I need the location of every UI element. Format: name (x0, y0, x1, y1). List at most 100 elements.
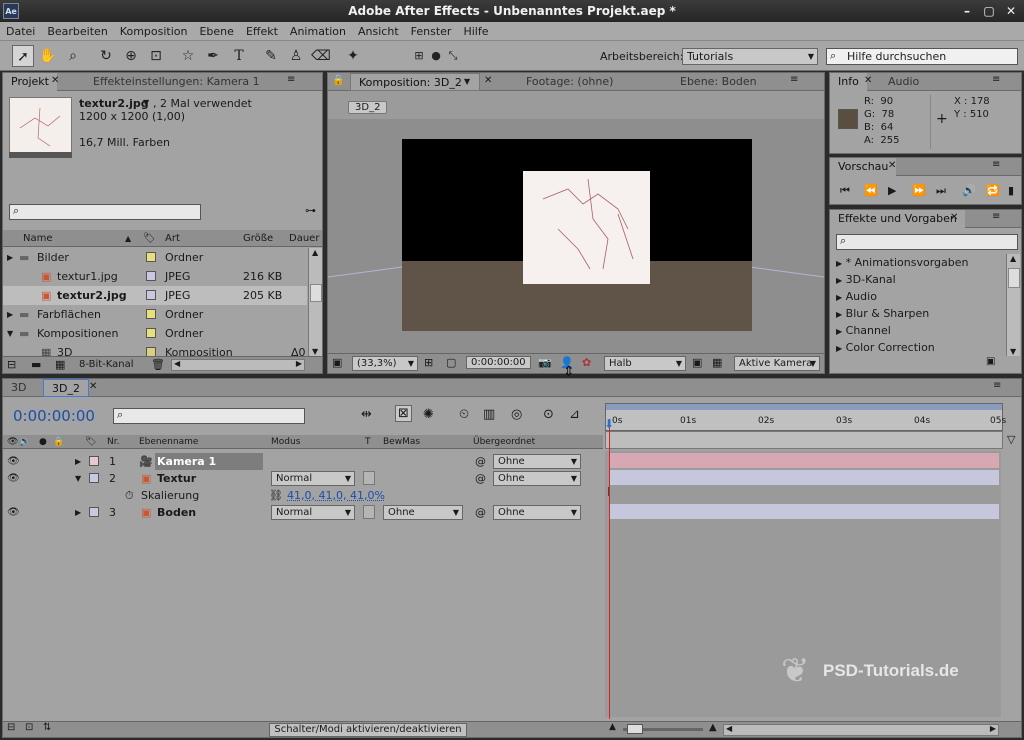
list-item[interactable]: ▶ ▬ Bilder Ordner (3, 248, 307, 267)
effect-category[interactable]: ▶ Channel (830, 322, 1006, 339)
vertical-scrollbar[interactable]: ▲ ▼ (308, 248, 322, 356)
trkmat-select[interactable]: Ohne (383, 505, 463, 520)
scroll-right-icon[interactable]: ▶ (296, 359, 302, 368)
parent-pickwhip-icon[interactable]: @ (475, 504, 486, 521)
rotate-tool-icon[interactable]: ↻ (95, 45, 117, 67)
eraser-tool-icon[interactable]: ⌫ (310, 45, 332, 67)
scroll-up-icon[interactable]: ▲ (312, 248, 318, 257)
playhead-icon[interactable]: ⬇ (604, 417, 614, 431)
comp-mini-flowchart-icon[interactable]: ⇹ (361, 407, 372, 422)
tab-project[interactable]: Projekt (3, 73, 57, 91)
bit-depth[interactable]: 8-Bit-Kanal (79, 359, 134, 370)
mode-select[interactable]: Normal (271, 505, 355, 520)
project-search-input[interactable]: ⌕ (9, 204, 201, 220)
list-item-selected[interactable]: ▣ textur2.jpg JPEG 205 KB (3, 286, 307, 305)
menu-datei[interactable]: Datei (0, 22, 41, 41)
help-search-input[interactable]: ⌕ Hilfe durchsuchen (826, 48, 1018, 65)
label-color[interactable] (146, 252, 156, 262)
camera-view-select[interactable]: Aktive Kamera (734, 356, 820, 371)
constrain-proportions-icon[interactable]: ⛓ (269, 487, 283, 504)
zoom-tool-icon[interactable]: ⌕ (62, 45, 84, 67)
horizontal-scrollbar[interactable]: ◀ ▶ (171, 359, 305, 371)
label-color[interactable] (146, 309, 156, 319)
lock-icon[interactable]: 🔒 (332, 75, 344, 86)
current-time-indicator[interactable] (609, 419, 610, 719)
current-time[interactable]: 0:00:00:00 (466, 356, 531, 369)
tab-3d-2-close-icon[interactable]: ✕ (89, 381, 97, 392)
tab-info-close-icon[interactable]: ✕ (864, 75, 872, 86)
effect-category[interactable]: ▶ * Animationsvorgaben (830, 254, 1006, 271)
eye-icon[interactable]: 👁 (7, 435, 18, 449)
shy-layers-icon[interactable]: ✺ (423, 407, 434, 422)
expand-arrow-icon[interactable]: ▼ (7, 324, 13, 343)
tab-effect-controls[interactable]: Effekteinstellungen: Kamera 1 (85, 73, 268, 91)
panel-menu-icon[interactable]: ≡ (992, 159, 1000, 170)
list-item[interactable]: ▦ 3D Komposition Δ0 (3, 343, 307, 356)
expand-arrow-icon[interactable]: ▶ (75, 504, 81, 521)
time-zoom-slider[interactable] (623, 724, 703, 734)
tab-project-close-icon[interactable]: ✕ (51, 75, 59, 86)
list-item[interactable]: ▣ textur1.jpg JPEG 216 KB (3, 267, 307, 286)
parent-pickwhip-icon[interactable]: @ (475, 453, 486, 470)
scroll-thumb[interactable] (1008, 268, 1020, 288)
frame-blending-icon[interactable]: ⏲ (459, 407, 469, 422)
toggle-switches-modes[interactable]: Schalter/Modi aktivieren/deaktivieren (269, 723, 467, 737)
snapshot-icon[interactable]: 📷 (538, 356, 552, 369)
time-ruler[interactable]: 0s 01s 02s 03s 04s 05s (605, 403, 1006, 431)
parent-select[interactable]: Ohne (493, 471, 581, 486)
panel-menu-icon[interactable]: ≡ (992, 74, 1000, 85)
lock-icon[interactable]: 🔒 (53, 435, 64, 449)
grid-icon[interactable]: ⊞ (424, 356, 433, 369)
expand-arrow-icon[interactable]: ▼ (75, 470, 81, 487)
scroll-down-icon[interactable]: ▼ (312, 347, 318, 356)
col-duration[interactable]: Dauer (289, 230, 319, 247)
menu-hilfe[interactable]: Hilfe (457, 22, 494, 41)
col-type[interactable]: Art (165, 230, 180, 247)
layer-name[interactable]: Boden (157, 504, 196, 521)
property-row-scale[interactable]: ⏱ Skalierung ⛓ 41,0, 41,0, 41,0% (3, 487, 603, 504)
brush-tool-icon[interactable]: ✎ (260, 45, 282, 67)
label-color[interactable] (146, 290, 156, 300)
zoom-select[interactable]: (33,3%) (352, 356, 418, 371)
menu-bearbeiten[interactable]: Bearbeiten (41, 22, 113, 41)
preserve-transparency-checkbox[interactable] (363, 471, 375, 485)
label-color[interactable] (89, 507, 99, 517)
camera-orbit-icon[interactable]: ⊕ (120, 45, 142, 67)
mode-select[interactable]: Normal (271, 471, 355, 486)
first-frame-icon[interactable]: ⏮ (840, 184, 850, 198)
composition-badge[interactable]: 3D_2 (348, 101, 388, 114)
list-item[interactable]: ▼ ▬ Kompositionen Ordner (3, 324, 307, 343)
scroll-up-icon[interactable]: ▲ (1010, 254, 1016, 263)
effects-search-input[interactable]: ⌕ (836, 234, 1018, 250)
layer-bar-textur[interactable] (609, 470, 999, 485)
expand-in-out-icon[interactable]: ⇅ (43, 722, 51, 733)
tab-audio[interactable]: Audio (880, 73, 927, 91)
parent-pickwhip-icon[interactable]: @ (475, 470, 486, 487)
scale-value[interactable]: 41,0, 41,0, 41,0% (287, 487, 385, 504)
interpret-footage-icon[interactable]: ⊟ (7, 358, 16, 371)
layer-row-camera[interactable]: 👁 ▶ 1 🎥 Kamera 1 @ Ohne (3, 453, 603, 470)
audio-icon[interactable]: 🔉 (19, 435, 30, 449)
layer-row-boden[interactable]: 👁 ▶ 3 ▣ Boden Normal Ohne @ Ohne (3, 504, 603, 521)
brainstorm-icon[interactable]: ◎ (511, 407, 522, 422)
stopwatch-icon[interactable]: ⏱ (125, 487, 134, 504)
label-tag-icon[interactable]: 🏷 (85, 435, 96, 449)
tab-3d[interactable]: 3D (3, 379, 34, 397)
trash-icon[interactable]: 🗑 (151, 358, 165, 371)
zoom-in-icon[interactable]: ▲ (709, 722, 717, 733)
axis-view-icon[interactable]: ⤡ (442, 45, 464, 67)
effect-category[interactable]: ▶ Blur & Sharpen (830, 305, 1006, 322)
always-preview-icon[interactable]: ▣ (332, 356, 342, 369)
panel-menu-icon[interactable]: ≡ (993, 380, 1001, 391)
expand-arrow-icon[interactable]: ▶ (75, 453, 81, 470)
resolution-select[interactable]: Halb (604, 356, 686, 371)
tab-effects-presets[interactable]: Effekte und Vorgaben (830, 210, 965, 228)
label-color[interactable] (89, 473, 99, 483)
timeline-search-input[interactable]: ⌕ (113, 408, 305, 424)
selection-tool-icon[interactable]: ➚ (12, 45, 34, 67)
menu-ansicht[interactable]: Ansicht (352, 22, 405, 41)
col-mode[interactable]: Modus (271, 435, 300, 449)
layer-bar-boden[interactable] (609, 504, 999, 519)
label-tag-icon[interactable]: 🏷 (143, 230, 156, 247)
menu-animation[interactable]: Animation (284, 22, 352, 41)
